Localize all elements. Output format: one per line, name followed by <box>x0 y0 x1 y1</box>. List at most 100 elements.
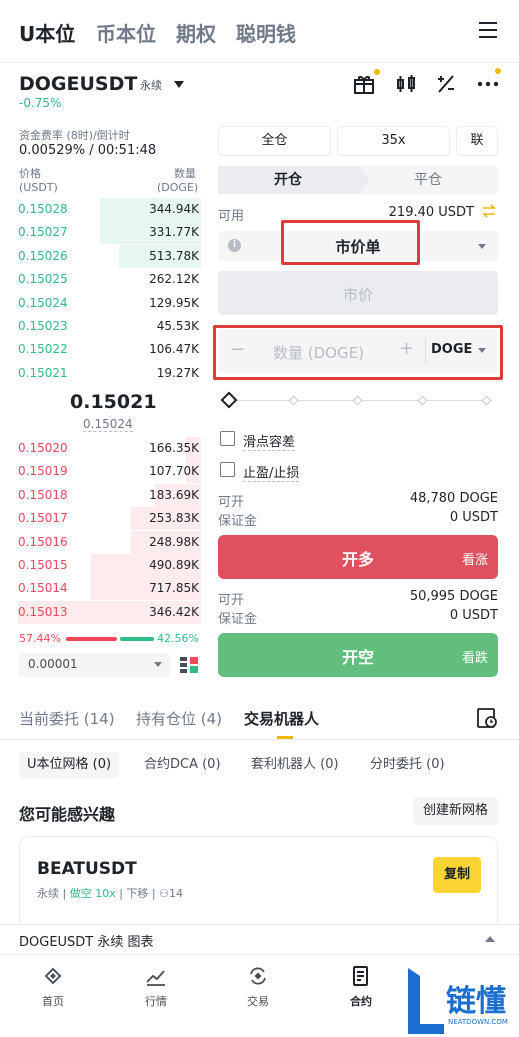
ob-qty-unit: (DOGE) <box>157 181 199 194</box>
leverage-button[interactable]: 35x <box>337 126 450 156</box>
orderbook-row[interactable]: 0.15024 129.95K <box>18 292 201 315</box>
orderbook-qty: 717.85K <box>149 581 199 596</box>
tab-smart-money[interactable]: 聪明钱 <box>236 18 296 47</box>
menu-icon[interactable] <box>479 22 497 38</box>
history-icon[interactable] <box>476 707 498 729</box>
tab-positions[interactable]: 持有仓位 (4) <box>136 708 222 729</box>
orderbook-row[interactable]: 0.15017 253.83K <box>18 507 201 531</box>
precision-select[interactable]: 0.00001 <box>18 653 170 677</box>
chart-bar[interactable]: DOGEUSDT 永续 图表 <box>0 924 519 954</box>
transfer-icon[interactable] <box>481 203 497 219</box>
short-margin-label: 保证金 <box>218 612 258 627</box>
open-long-button[interactable]: 开多 看涨 <box>218 535 498 579</box>
chevron-down-icon[interactable] <box>174 81 184 88</box>
buy-ratio-bar <box>66 637 117 641</box>
open-short-button[interactable]: 开空 看跌 <box>218 633 498 677</box>
orderbook-price: 0.15019 <box>18 464 68 479</box>
price-field[interactable]: 市价 <box>218 271 498 315</box>
short-max-value: 50,995 DOGE <box>409 589 498 604</box>
pill-dca[interactable]: 合约DCA (0) <box>136 752 229 778</box>
orderbook-row[interactable]: 0.15014 717.85K <box>18 577 201 601</box>
long-hint: 看涨 <box>461 553 488 568</box>
slider-tick <box>288 395 299 406</box>
orderbook-row[interactable]: 0.15016 248.98K <box>18 530 201 554</box>
interest-title: 您可能感兴趣 <box>19 805 116 824</box>
nav-futures-label: 合约 <box>350 995 372 1008</box>
open-close-toggle: 开仓 平仓 <box>218 166 498 194</box>
orderbook-row[interactable]: 0.15027 331.77K <box>18 221 201 245</box>
orderbook-row[interactable]: 0.15028 344.94K <box>18 198 201 221</box>
chevron-up-icon[interactable] <box>485 936 495 942</box>
gift-icon[interactable] <box>352 69 380 96</box>
copy-button[interactable]: 复制 <box>433 857 481 893</box>
nav-markets[interactable]: 行情 <box>116 965 196 1009</box>
tab-usdm[interactable]: U本位 <box>19 18 75 47</box>
short-hint: 看跌 <box>461 651 488 666</box>
pill-usdm-grid[interactable]: U本位网格 (0) <box>19 752 120 778</box>
chevron-down-icon <box>154 662 162 667</box>
orderbook-qty: 344.94K <box>149 202 199 216</box>
nav-trade-label: 交易 <box>247 995 269 1008</box>
orderbook-row[interactable]: 0.15018 183.69K <box>18 483 201 507</box>
strategy-card[interactable]: BEATUSDT 永续 | 做空 10x | 下移 | ⚇14 复制 <box>19 836 498 936</box>
orderbook-qty: 346.42K <box>149 604 199 619</box>
slippage-checkbox[interactable] <box>220 431 235 446</box>
tab-coinm[interactable]: 币本位 <box>96 18 156 47</box>
trade-icon <box>247 965 269 987</box>
asset-mode-button[interactable]: 联 <box>456 126 498 156</box>
watermark-logo: 链懂 NEATDOWN.COM <box>406 968 512 1034</box>
orderbook-row[interactable]: 0.15023 45.53K <box>18 315 201 338</box>
header-divider <box>0 62 519 63</box>
orderbook-row[interactable]: 0.15020 166.35K <box>18 437 201 460</box>
orderbook-qty: 45.53K <box>156 319 199 333</box>
orderbook-qty: 490.89K <box>149 558 199 572</box>
nav-futures[interactable]: 合约 <box>321 965 401 1009</box>
tpsl-checkbox[interactable] <box>220 462 235 477</box>
open-long-label: 开多 <box>341 550 374 569</box>
orderbook-price: 0.15027 <box>18 225 68 240</box>
futures-icon <box>350 965 372 987</box>
pill-twap[interactable]: 分时委托 (0) <box>362 752 453 778</box>
layout-toggle-icon[interactable] <box>179 655 199 675</box>
orderbook-qty: 107.70K <box>149 464 199 479</box>
mark-price[interactable]: 0.15024 <box>83 417 133 432</box>
card-meta: 永续 | 做空 10x | 下移 | ⚇14 <box>37 887 183 900</box>
more-icon[interactable] <box>476 68 501 96</box>
orderbook-row[interactable]: 0.15022 106.47K <box>18 338 201 361</box>
symbol-title[interactable]: DOGEUSDT <box>19 73 137 95</box>
tab-open[interactable]: 开仓 <box>218 166 358 194</box>
tab-open-orders[interactable]: 当前委托 (14) <box>19 708 115 729</box>
pill-arbitrage[interactable]: 套利机器人 (0) <box>243 752 347 778</box>
sell-ratio: 42.56% <box>157 632 199 645</box>
slider-tick <box>417 395 428 406</box>
orderbook-qty: 248.98K <box>149 534 199 549</box>
orderbook-price: 0.15013 <box>18 604 68 619</box>
available-value: 219.40 USDT <box>388 205 474 220</box>
available-label: 可用 <box>218 209 245 224</box>
orderbook-qty: 183.69K <box>149 487 199 502</box>
tab-close[interactable]: 平仓 <box>358 166 498 194</box>
orderbook-row[interactable]: 0.15021 19.27K <box>18 362 201 385</box>
candlestick-icon[interactable] <box>394 72 418 96</box>
orderbook-row[interactable]: 0.15013 346.42K <box>18 600 201 624</box>
tabs-divider <box>0 739 519 740</box>
orderbook-price: 0.15022 <box>18 342 68 357</box>
orderbook-row[interactable]: 0.15025 262.12K <box>18 268 201 291</box>
last-price[interactable]: 0.15021 <box>70 391 157 413</box>
ob-price-label: 价格 <box>19 167 41 180</box>
orderbook-qty: 19.27K <box>156 365 199 380</box>
create-grid-button[interactable]: 创建新网格 <box>413 797 498 825</box>
orderbook-row[interactable]: 0.15015 490.89K <box>18 554 201 577</box>
nav-home[interactable]: 首页 <box>13 965 93 1009</box>
slider-handle[interactable] <box>220 391 238 409</box>
margin-mode-button[interactable]: 全仓 <box>218 126 331 156</box>
tab-trading-bots[interactable]: 交易机器人 <box>244 708 319 729</box>
calculator-icon[interactable] <box>434 72 458 96</box>
orderbook-qty: 331.77K <box>149 225 199 240</box>
long-max-value: 48,780 DOGE <box>409 491 498 506</box>
nav-trade[interactable]: 交易 <box>218 965 298 1009</box>
orderbook-row[interactable]: 0.15019 107.70K <box>18 460 201 484</box>
orderbook-price: 0.15014 <box>18 581 68 596</box>
orderbook-row[interactable]: 0.15026 513.78K <box>18 244 201 268</box>
tab-options[interactable]: 期权 <box>176 18 216 47</box>
